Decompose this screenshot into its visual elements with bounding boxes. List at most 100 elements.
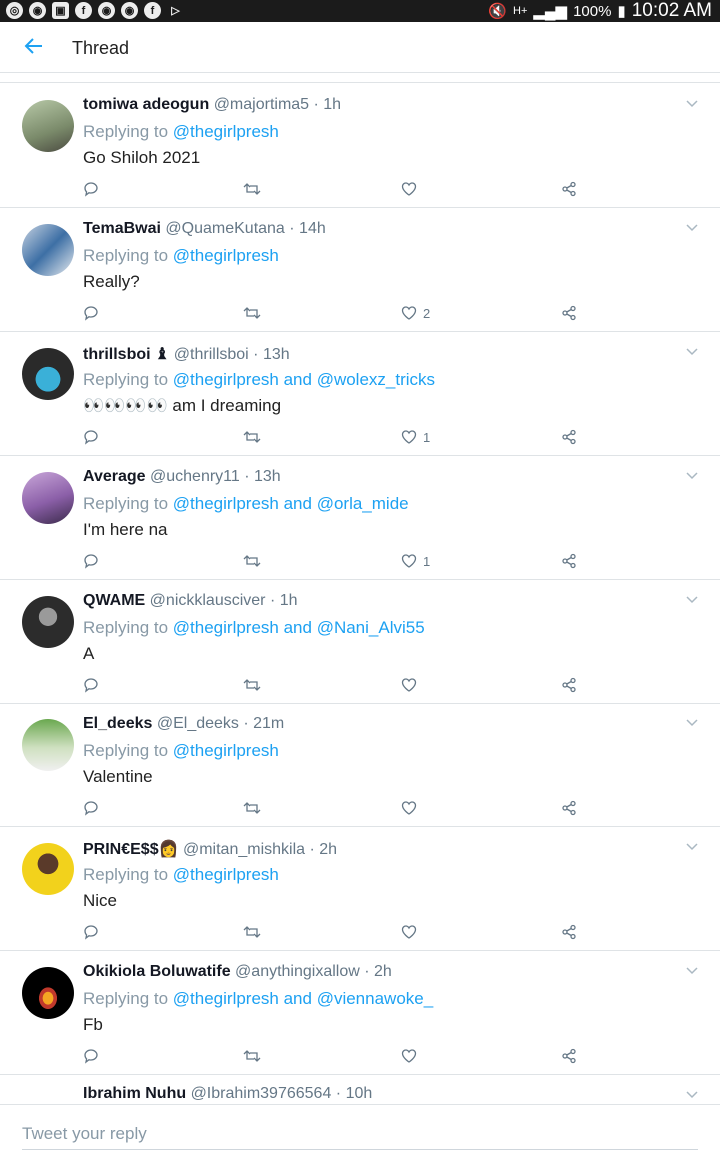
author-name[interactable]: TemaBwai (83, 220, 161, 237)
reply-button[interactable] (83, 427, 99, 447)
reply-button[interactable] (83, 922, 99, 942)
share-button[interactable] (561, 1046, 577, 1066)
tweet-text: A (83, 644, 95, 663)
reply-mentions[interactable]: @thegirlpresh (173, 741, 279, 760)
share-button[interactable] (561, 427, 577, 447)
tweet-item[interactable]: tomiwa adeogun @majortima5 · 1h Replying… (0, 84, 720, 208)
reply-mentions[interactable]: @thegirlpresh and @wolexz_tricks (173, 370, 435, 389)
share-button[interactable] (561, 179, 577, 199)
tweet-text: 👀👀👀👀 am I dreaming (83, 396, 282, 415)
like-button[interactable] (401, 922, 423, 942)
reply-icon (84, 306, 98, 321)
author-name[interactable]: El_deeks (83, 715, 152, 732)
retweet-button[interactable] (243, 427, 261, 447)
like-button[interactable] (401, 179, 423, 199)
chevron-down-icon[interactable] (686, 100, 698, 108)
heart-icon (401, 430, 417, 444)
author-name[interactable]: tomiwa adeogun (83, 96, 209, 113)
author-handle: @Ibrahim39766564 · 10h (190, 1085, 373, 1102)
facebook-icon: f (144, 2, 161, 19)
author-name[interactable]: PRIN€E$$👩 (83, 841, 179, 858)
reply-button[interactable] (83, 551, 99, 571)
replying-to-label: Replying to (83, 618, 169, 637)
chevron-down-icon[interactable] (686, 1091, 698, 1099)
reply-button[interactable] (83, 303, 99, 323)
tweet-text: I'm here na (83, 520, 168, 539)
like-button[interactable]: 1 (401, 427, 430, 447)
reply-mentions[interactable]: @thegirlpresh (173, 122, 279, 141)
retweet-button[interactable] (243, 1046, 261, 1066)
share-button[interactable] (561, 675, 577, 695)
reply-mentions[interactable]: @thegirlpresh and @viennawoke_ (173, 989, 433, 1008)
avatar[interactable] (22, 348, 74, 400)
like-button[interactable] (401, 1046, 423, 1066)
tweet-item[interactable]: thrillsboi ♝ @thrillsboi · 13h Replying … (0, 332, 720, 456)
chevron-down-icon[interactable] (686, 348, 698, 356)
tweet-actions: 2 (83, 303, 603, 323)
chevron-down-icon[interactable] (686, 967, 698, 975)
retweet-button[interactable] (243, 798, 261, 818)
reply-button[interactable] (83, 798, 99, 818)
arrow-left-icon[interactable] (22, 34, 46, 58)
share-button[interactable] (561, 303, 577, 323)
chevron-down-icon[interactable] (686, 596, 698, 604)
author-name[interactable]: thrillsboi ♝ (83, 346, 169, 363)
reply-mentions[interactable]: @thegirlpresh and @orla_mide (173, 494, 409, 513)
like-button[interactable]: 1 (401, 551, 430, 571)
tweet-item[interactable]: QWAME @nickklausciver · 1h Replying to @… (0, 580, 720, 704)
chevron-down-icon[interactable] (686, 472, 698, 480)
avatar[interactable] (22, 843, 74, 895)
chevron-down-icon[interactable] (686, 224, 698, 232)
retweet-button[interactable] (243, 303, 261, 323)
tweet-item[interactable]: Average @uchenry11 · 13h Replying to @th… (0, 456, 720, 580)
retweet-button[interactable] (243, 675, 261, 695)
chrome-icon: ◉ (121, 2, 138, 19)
author-name[interactable]: Okikiola Boluwatife (83, 963, 231, 980)
reply-button[interactable] (83, 675, 99, 695)
retweet-icon (243, 1050, 261, 1062)
tweet-item[interactable]: Okikiola Boluwatife @anythingixallow · 2… (0, 951, 720, 1075)
reply-mentions[interactable]: @thegirlpresh and @Nani_Alvi55 (173, 618, 425, 637)
share-button[interactable] (561, 798, 577, 818)
retweet-button[interactable] (243, 922, 261, 942)
reply-button[interactable] (83, 179, 99, 199)
share-button[interactable] (561, 551, 577, 571)
chevron-down-icon[interactable] (686, 719, 698, 727)
tweet-actions: 1 (83, 551, 603, 571)
tweet-item[interactable]: El_deeks @El_deeks · 21m Replying to @th… (0, 703, 720, 827)
avatar[interactable] (22, 100, 74, 152)
replying-to-label: Replying to (83, 865, 169, 884)
avatar[interactable] (22, 596, 74, 648)
like-button[interactable] (401, 798, 423, 818)
heart-icon (401, 678, 417, 692)
reply-button[interactable] (83, 1046, 99, 1066)
tweet-item[interactable]: Ibrahim Nuhu @Ibrahim39766564 · 10h (0, 1075, 720, 1104)
mute-icon: 🔇 (488, 3, 507, 20)
tweet-text: Fb (83, 1015, 103, 1034)
avatar[interactable] (22, 719, 74, 771)
reply-input[interactable] (22, 1119, 698, 1150)
author-handle: @QuameKutana · 14h (165, 220, 326, 237)
avatar[interactable] (22, 472, 74, 524)
author-name[interactable]: QWAME (83, 592, 145, 609)
play-icon: ▷ (171, 5, 180, 17)
author-handle: @El_deeks · 21m (156, 715, 285, 732)
reply-mentions[interactable]: @thegirlpresh (173, 865, 279, 884)
reply-icon (84, 182, 98, 197)
tweet-item[interactable]: PRIN€E$$👩 @mitan_mishkila · 2h Replying … (0, 827, 720, 951)
retweet-button[interactable] (243, 551, 261, 571)
chevron-down-icon[interactable] (686, 843, 698, 851)
share-button[interactable] (561, 922, 577, 942)
avatar[interactable] (22, 224, 74, 276)
avatar[interactable] (22, 967, 74, 1019)
author-name[interactable]: Ibrahim Nuhu (83, 1085, 186, 1102)
retweet-button[interactable] (243, 179, 261, 199)
tweet-item[interactable]: TemaBwai @QuameKutana · 14h Replying to … (0, 208, 720, 332)
author-name[interactable]: Average (83, 468, 146, 485)
like-count: 2 (423, 305, 431, 321)
like-button[interactable] (401, 675, 423, 695)
heart-icon (401, 925, 417, 939)
retweet-icon (243, 555, 261, 567)
like-button[interactable]: 2 (401, 303, 430, 323)
reply-mentions[interactable]: @thegirlpresh (173, 246, 279, 265)
